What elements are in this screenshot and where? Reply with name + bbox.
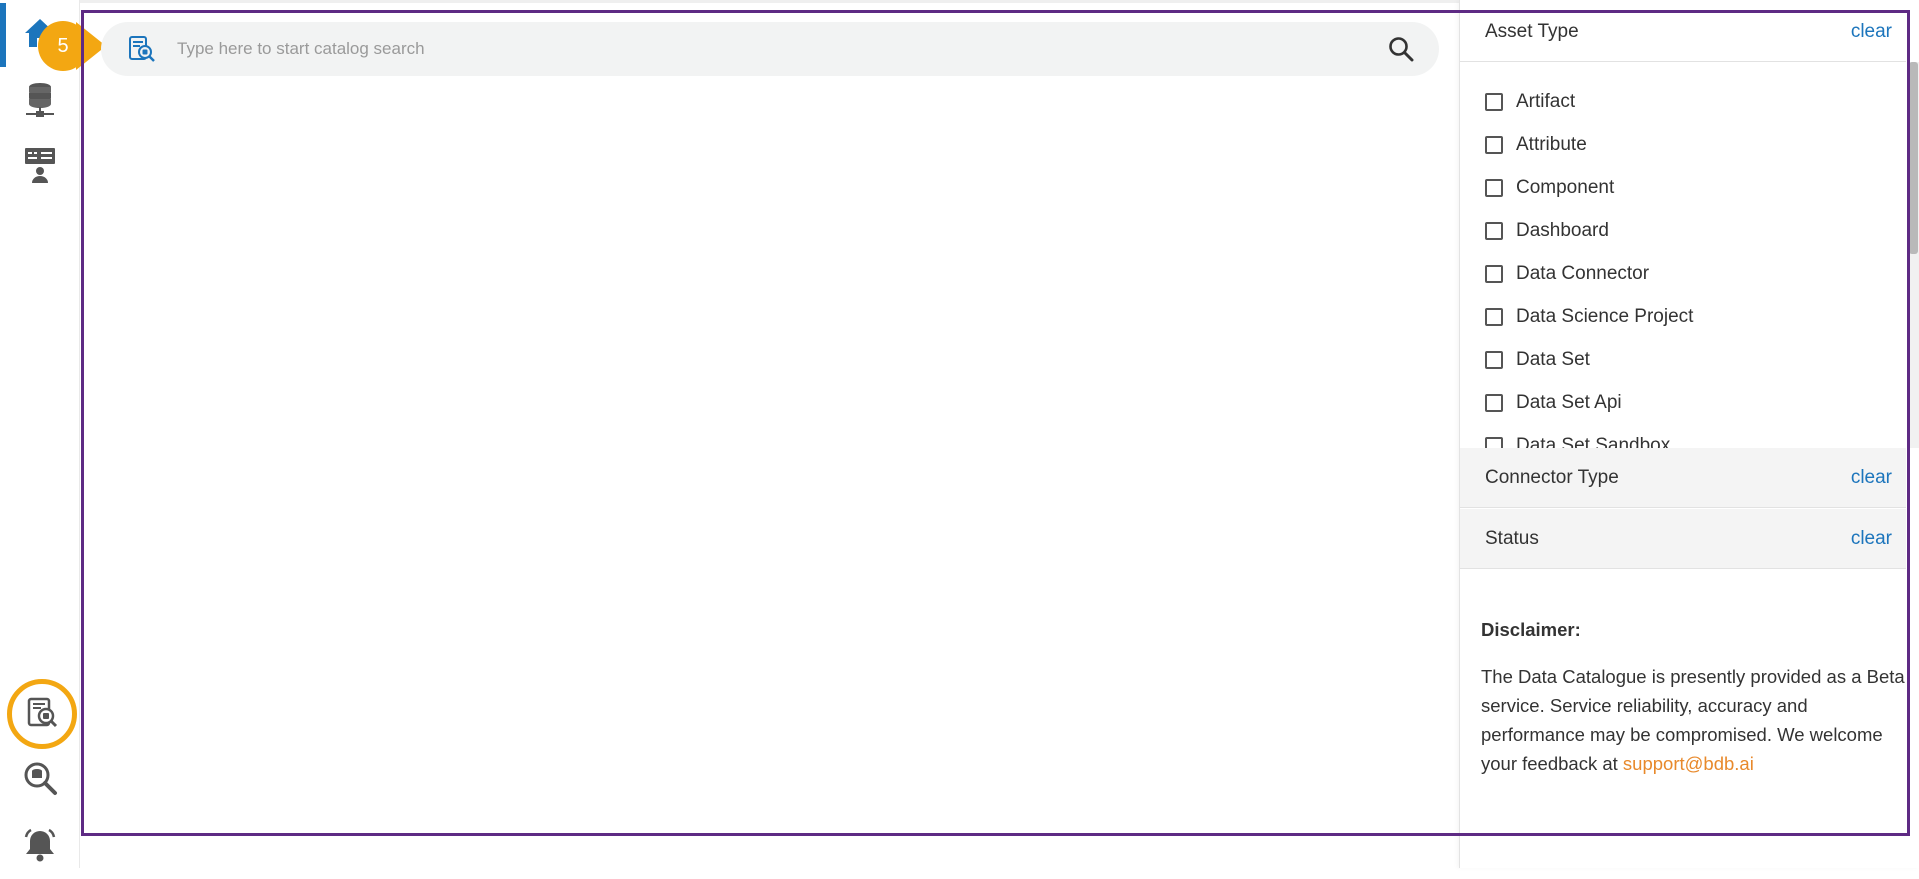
asset-type-header: Asset Type clear (1460, 2, 1906, 62)
left-sidebar (0, 0, 80, 868)
scrollbar-thumb[interactable] (1909, 62, 1918, 254)
asset-option-data-set[interactable]: Data Set (1460, 338, 1906, 381)
asset-option-component[interactable]: Component (1460, 166, 1906, 209)
asset-option-data-connector[interactable]: Data Connector (1460, 252, 1906, 295)
asset-type-options[interactable]: Artifact Attribute Component Dashboard D… (1460, 62, 1906, 448)
option-label: Attribute (1516, 133, 1587, 155)
checkbox[interactable] (1485, 135, 1503, 154)
database-network-icon (23, 82, 57, 123)
sidebar-item-search[interactable] (0, 748, 80, 812)
option-label: Artifact (1516, 90, 1576, 112)
option-label: Data Set Sandbox (1516, 434, 1671, 449)
checkbox[interactable] (1485, 92, 1503, 111)
search-database-icon (22, 760, 58, 801)
catalog-search-bar (101, 22, 1439, 76)
asset-type-clear-link[interactable]: clear (1851, 21, 1892, 43)
presentation-user-icon (23, 146, 57, 189)
asset-option-artifact[interactable]: Artifact (1460, 80, 1906, 123)
disclaimer: Disclaimer: The Data Catalogue is presen… (1481, 615, 1911, 778)
catalog-search-icon (25, 695, 59, 734)
connector-type-header[interactable]: Connector Type clear (1460, 448, 1906, 508)
checkbox[interactable] (1485, 393, 1503, 412)
option-label: Component (1516, 176, 1615, 198)
asset-option-data-set-api[interactable]: Data Set Api (1460, 381, 1906, 424)
asset-option-dashboard[interactable]: Dashboard (1460, 209, 1906, 252)
sidebar-item-notifications[interactable] (0, 815, 80, 879)
top-divider (80, 0, 1459, 3)
checkbox[interactable] (1485, 307, 1503, 326)
option-label: Data Set (1516, 348, 1590, 370)
filter-panel: Asset Type clear Artifact Attribute Comp… (1459, 0, 1919, 868)
disclaimer-title: Disclaimer: (1481, 619, 1581, 640)
checkbox[interactable] (1485, 264, 1503, 283)
option-label: Data Set Api (1516, 391, 1622, 413)
checkbox[interactable] (1485, 350, 1503, 369)
status-header[interactable]: Status clear (1460, 509, 1906, 569)
asset-option-data-science-project[interactable]: Data Science Project (1460, 295, 1906, 338)
connector-type-title: Connector Type (1485, 466, 1619, 488)
option-label: Data Science Project (1516, 305, 1694, 327)
asset-option-data-set-sandbox[interactable]: Data Set Sandbox (1460, 424, 1906, 448)
sidebar-item-data-science[interactable] (0, 135, 80, 199)
option-label: Dashboard (1516, 219, 1609, 241)
catalog-icon (127, 34, 157, 64)
bell-icon (22, 827, 58, 868)
status-title: Status (1485, 527, 1539, 549)
checkbox[interactable] (1485, 221, 1503, 240)
search-input[interactable] (175, 38, 1383, 60)
checkbox[interactable] (1485, 178, 1503, 197)
asset-type-title: Asset Type (1485, 20, 1579, 42)
asset-option-attribute[interactable]: Attribute (1460, 123, 1906, 166)
sidebar-item-data-center[interactable] (0, 70, 80, 134)
search-icon[interactable] (1383, 31, 1419, 67)
status-clear-link[interactable]: clear (1851, 528, 1892, 550)
support-email-link[interactable]: support@bdb.ai (1623, 753, 1754, 774)
sidebar-item-data-catalog[interactable] (7, 679, 77, 749)
disclaimer-body: The Data Catalogue is presently provided… (1481, 662, 1911, 778)
connector-type-clear-link[interactable]: clear (1851, 467, 1892, 489)
option-label: Data Connector (1516, 262, 1650, 284)
checkbox[interactable] (1485, 436, 1503, 448)
